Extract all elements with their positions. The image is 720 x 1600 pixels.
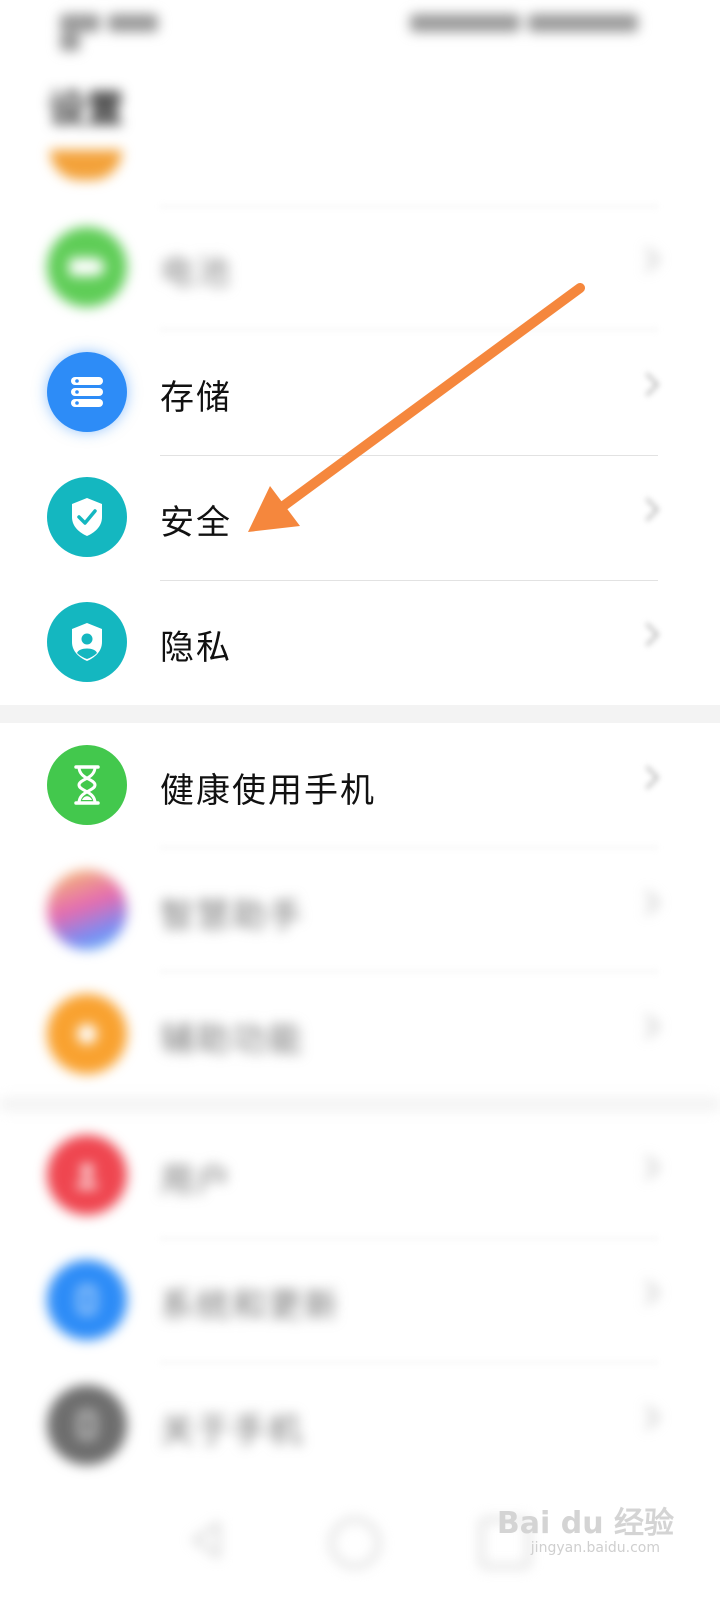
watermark-url: jingyan.baidu.com xyxy=(530,1540,660,1556)
settings-item-label: 健康使用手机 xyxy=(160,771,376,811)
chevron-right-icon xyxy=(635,247,660,272)
chevron-right-icon xyxy=(635,890,660,915)
accessibility-icon xyxy=(47,994,127,1074)
chevron-right-icon xyxy=(635,622,660,647)
chevron-right-icon xyxy=(635,765,660,790)
home-icon[interactable] xyxy=(330,1518,380,1568)
status-bar xyxy=(0,0,720,51)
privacy-shield-icon xyxy=(47,602,127,682)
settings-item-accessibility[interactable]: 辅助功能 xyxy=(0,972,720,1097)
settings-item-assistant[interactable]: 智慧助手 xyxy=(0,848,720,973)
system-update-icon xyxy=(47,1260,127,1340)
battery-icon xyxy=(47,227,127,307)
settings-item-label: 辅助功能 xyxy=(160,1020,304,1060)
user-icon xyxy=(47,1135,127,1215)
settings-item-security[interactable]: 安全 xyxy=(0,455,720,580)
chevron-right-icon xyxy=(635,1155,660,1180)
settings-item-about-phone[interactable]: 关于手机 xyxy=(0,1363,720,1488)
settings-item-label: 存储 xyxy=(160,378,232,418)
chevron-right-icon xyxy=(635,1014,660,1039)
settings-item-label: 智慧助手 xyxy=(160,896,304,936)
settings-item-storage[interactable]: 存储 xyxy=(0,330,720,455)
chevron-right-icon xyxy=(635,1405,660,1430)
page-title: 设置 xyxy=(48,87,125,131)
watermark-logo: Bai du 经验 xyxy=(496,1506,674,1541)
storage-icon xyxy=(47,352,127,432)
settings-item-label: 关于手机 xyxy=(160,1411,304,1451)
group-separator xyxy=(0,705,720,723)
chevron-right-icon xyxy=(635,497,660,522)
settings-item-label: 隐私 xyxy=(160,628,232,668)
partial-item-icon xyxy=(50,150,122,180)
settings-item-battery[interactable]: 电池 xyxy=(0,205,720,330)
settings-item-system[interactable]: 系统和更新 xyxy=(0,1238,720,1363)
phone-info-icon xyxy=(47,1385,127,1465)
shield-check-icon xyxy=(47,477,127,557)
status-left-icons xyxy=(60,12,190,51)
group-separator xyxy=(0,1097,720,1111)
settings-item-label: 系统和更新 xyxy=(160,1286,340,1326)
status-right-icons xyxy=(410,12,650,36)
settings-item-digital-balance[interactable]: 健康使用手机 xyxy=(0,723,720,848)
assistant-icon xyxy=(47,870,127,950)
settings-item-label: 安全 xyxy=(160,503,232,543)
hourglass-icon xyxy=(47,745,127,825)
chevron-right-icon xyxy=(635,372,660,397)
settings-item-label: 用户 xyxy=(160,1161,232,1201)
settings-item-label: 电池 xyxy=(160,253,232,293)
settings-item-privacy[interactable]: 隐私 xyxy=(0,580,720,705)
settings-item-users[interactable]: 用户 xyxy=(0,1113,720,1238)
back-icon[interactable] xyxy=(186,1518,230,1562)
settings-screen: 设置 电池 存储 安全 隐私 健康使用手机 智慧助手 辅助功能 用户 系统和更新… xyxy=(0,0,720,1600)
chevron-right-icon xyxy=(635,1280,660,1305)
